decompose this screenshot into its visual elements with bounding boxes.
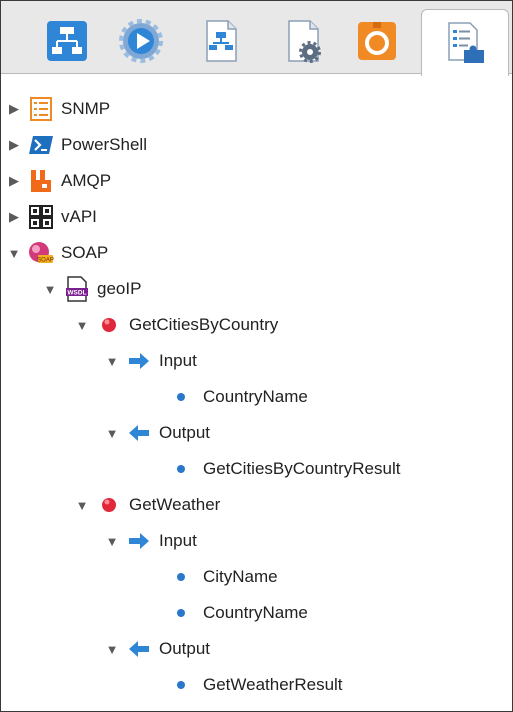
tree-node-parameter[interactable]: CountryName	[173, 595, 308, 631]
collapse-arrow-icon[interactable]: ▼	[105, 354, 119, 369]
tree-node-label: AMQP	[61, 171, 112, 190]
vapi-grid-icon	[27, 203, 55, 231]
tab-topology[interactable]	[37, 11, 97, 71]
tree-node-snmp[interactable]: ▶ SNMP	[7, 91, 110, 127]
svg-text:SOAP: SOAP	[37, 258, 54, 264]
tree-node-operation[interactable]: ▼ GetWeather	[75, 487, 221, 523]
tree-node-vapi[interactable]: ▶ vAPI	[7, 199, 97, 235]
play-gear-icon	[119, 19, 163, 63]
expand-arrow-icon[interactable]: ▶	[7, 137, 21, 153]
snmp-list-icon	[27, 95, 55, 123]
tab-bar	[1, 1, 512, 76]
workflow-document-icon	[206, 20, 237, 62]
tree-node-label: GetCitiesByCountry	[129, 315, 279, 334]
expand-arrow-icon[interactable]: ▶	[7, 173, 21, 189]
tree-node-amqp[interactable]: ▶ AMQP	[7, 163, 111, 199]
tree-node-parameter[interactable]: GetWeatherResult	[173, 667, 343, 703]
tree-node-geoip[interactable]: ▼ WSDL geoIP	[43, 271, 141, 307]
expand-arrow-icon[interactable]: ▶	[7, 101, 21, 117]
tree-node-label: CityName	[203, 567, 278, 586]
collapse-arrow-icon[interactable]: ▼	[105, 642, 119, 657]
tab-config-doc[interactable]	[273, 11, 333, 71]
bullet-icon	[177, 609, 185, 617]
orange-package-icon	[358, 22, 396, 60]
arrow-right-icon	[125, 527, 153, 555]
collapse-arrow-icon[interactable]: ▼	[7, 246, 21, 261]
tree-node-label: CountryName	[203, 603, 308, 622]
powershell-icon	[27, 131, 55, 159]
collapse-arrow-icon[interactable]: ▼	[105, 426, 119, 441]
tree-node-output[interactable]: ▼ Output	[105, 415, 210, 451]
wsdl-document-icon: WSDL	[63, 275, 91, 303]
soap-icon: SOAP	[27, 239, 55, 267]
inventory-plugin-icon	[448, 22, 484, 63]
amqp-rabbit-icon	[27, 167, 55, 195]
tree-node-operation[interactable]: ▼ GetCitiesByCountry	[75, 307, 279, 343]
tree-node-powershell[interactable]: ▶ PowerShell	[7, 127, 147, 163]
tree-node-label: PowerShell	[61, 135, 147, 154]
tab-inventory[interactable]	[421, 9, 509, 76]
tree-node-label: GetWeather	[129, 495, 221, 514]
red-operation-icon	[95, 311, 123, 339]
tree-node-input[interactable]: ▼ Input	[105, 523, 197, 559]
arrow-left-icon	[125, 419, 153, 447]
tree-node-parameter[interactable]: GetCitiesByCountryResult	[173, 451, 400, 487]
svg-text:WSDL: WSDL	[67, 290, 86, 297]
collapse-arrow-icon[interactable]: ▼	[43, 282, 57, 297]
bullet-icon	[177, 573, 185, 581]
bullet-icon	[177, 681, 185, 689]
bullet-icon	[177, 393, 185, 401]
document-gear-icon	[288, 20, 321, 63]
collapse-arrow-icon[interactable]: ▼	[75, 318, 89, 333]
topology-icon	[47, 21, 87, 61]
arrow-right-icon	[125, 347, 153, 375]
tree-node-label: Input	[159, 351, 197, 370]
tree-node-label: Input	[159, 531, 197, 550]
tab-run[interactable]	[111, 11, 171, 71]
bullet-icon	[177, 465, 185, 473]
tree-node-parameter[interactable]: CityName	[173, 559, 278, 595]
red-operation-icon	[95, 491, 123, 519]
tree-node-output[interactable]: ▼ Output	[105, 631, 210, 667]
tree-node-input[interactable]: ▼ Input	[105, 343, 197, 379]
tab-workflow-doc[interactable]	[191, 11, 251, 71]
tree-node-label: Output	[159, 639, 211, 658]
tree-node-label: vAPI	[61, 207, 97, 226]
expand-arrow-icon[interactable]: ▶	[7, 209, 21, 225]
collapse-arrow-icon[interactable]: ▼	[75, 498, 89, 513]
arrow-left-icon	[125, 635, 153, 663]
tree-node-soap[interactable]: ▼ SOAP SOAP	[7, 235, 108, 271]
tab-package[interactable]	[347, 11, 407, 71]
inventory-panel: ▶ SNMP ▶ PowerShell ▶ AMQP ▶ vAPI ▼ SOAP…	[0, 0, 513, 712]
tree-node-label: SOAP	[61, 243, 109, 262]
tree-node-label: geoIP	[97, 279, 142, 298]
tree-node-label: GetCitiesByCountryResult	[203, 459, 401, 478]
tree-node-label: Output	[159, 423, 211, 442]
tree-node-label: SNMP	[61, 99, 111, 118]
tree-node-label: GetWeatherResult	[203, 675, 343, 694]
tree-node-label: CountryName	[203, 387, 308, 406]
tree-node-parameter[interactable]: CountryName	[173, 379, 308, 415]
collapse-arrow-icon[interactable]: ▼	[105, 534, 119, 549]
